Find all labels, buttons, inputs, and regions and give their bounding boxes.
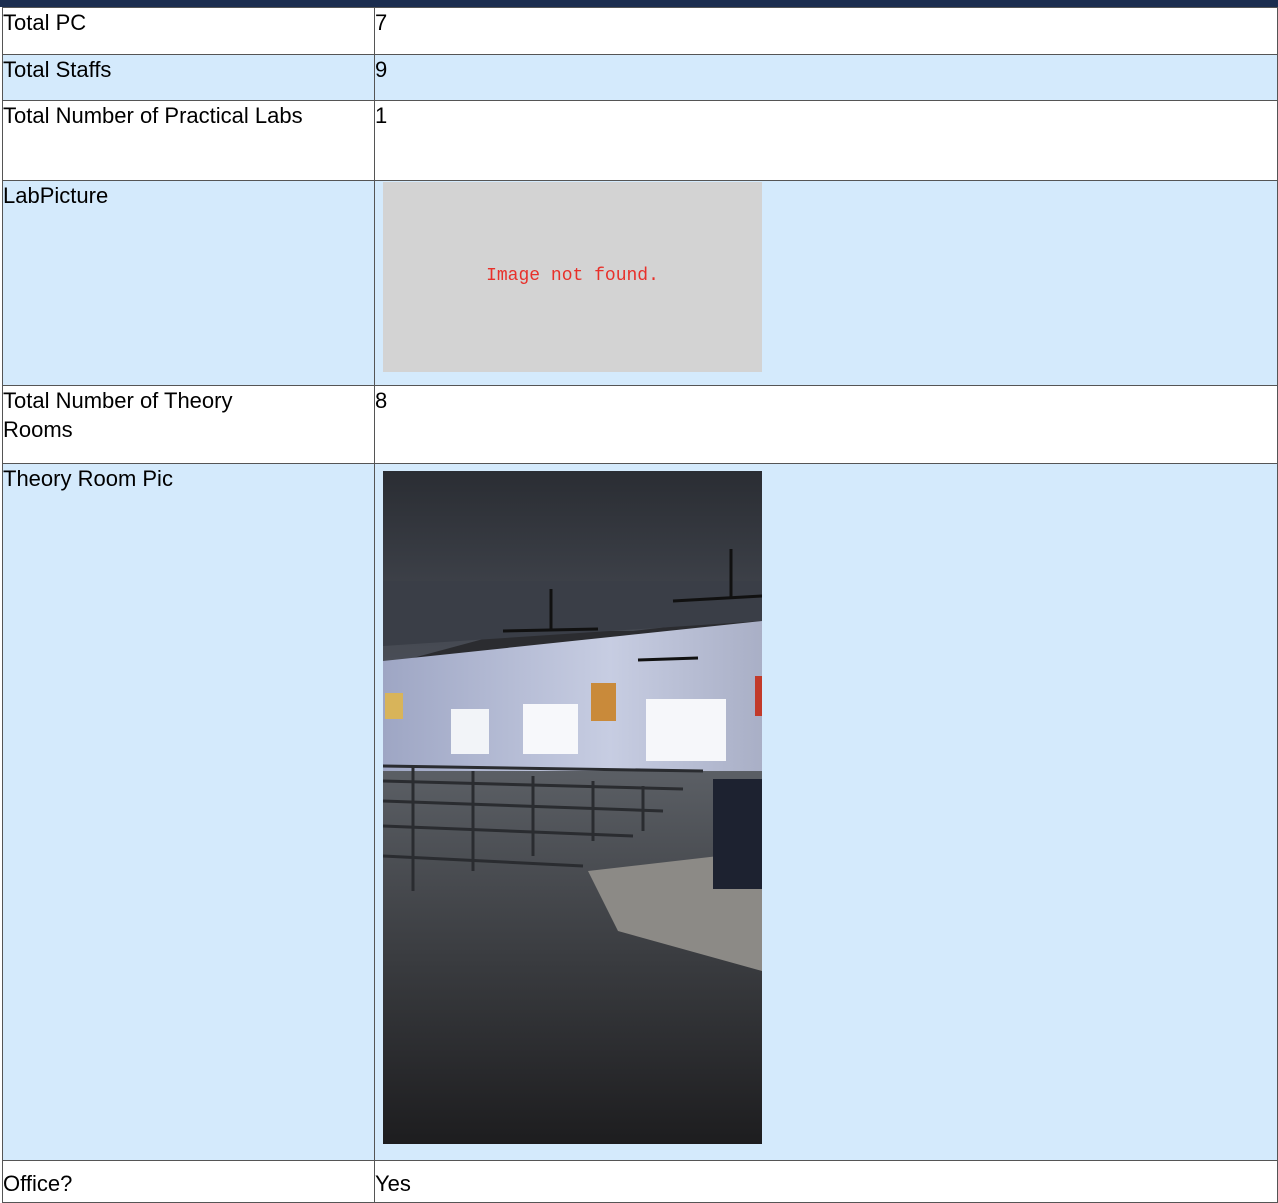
row-label: Total PC <box>2 7 375 55</box>
table-row-theory-rooms: Total Number of Theory Rooms 8 <box>2 385 1278 464</box>
table-row-total-staffs: Total Staffs 9 <box>2 54 1278 101</box>
theory-room-photo <box>383 471 762 1144</box>
image-not-found-text: Image not found. <box>486 266 659 287</box>
top-banner-strip <box>0 0 1278 7</box>
row-label: LabPicture <box>2 180 375 386</box>
row-label: Office? <box>2 1160 375 1203</box>
row-value: 7 <box>374 7 1278 55</box>
row-value: 8 <box>374 385 1278 464</box>
table-row-total-pc: Total PC 7 <box>2 7 1278 55</box>
table-row-theory-room-pic: Theory Room Pic <box>2 463 1278 1161</box>
row-label: Theory Room Pic <box>2 463 375 1161</box>
table-row-office: Office? Yes <box>2 1160 1278 1203</box>
row-label: Total Number of Practical Labs <box>2 100 375 181</box>
facility-details-table: Total PC 7 Total Staffs 9 Total Number o… <box>2 7 1278 1203</box>
row-value: 1 <box>374 100 1278 181</box>
table-row-lab-picture: LabPicture Image not found. <box>2 180 1278 386</box>
table-row-practical-labs: Total Number of Practical Labs 1 <box>2 100 1278 181</box>
row-label: Total Number of Theory Rooms <box>2 385 375 464</box>
row-value: 9 <box>374 54 1278 101</box>
lab-picture-placeholder: Image not found. <box>383 182 762 372</box>
row-value: Yes <box>374 1160 1278 1203</box>
row-label: Total Staffs <box>2 54 375 101</box>
